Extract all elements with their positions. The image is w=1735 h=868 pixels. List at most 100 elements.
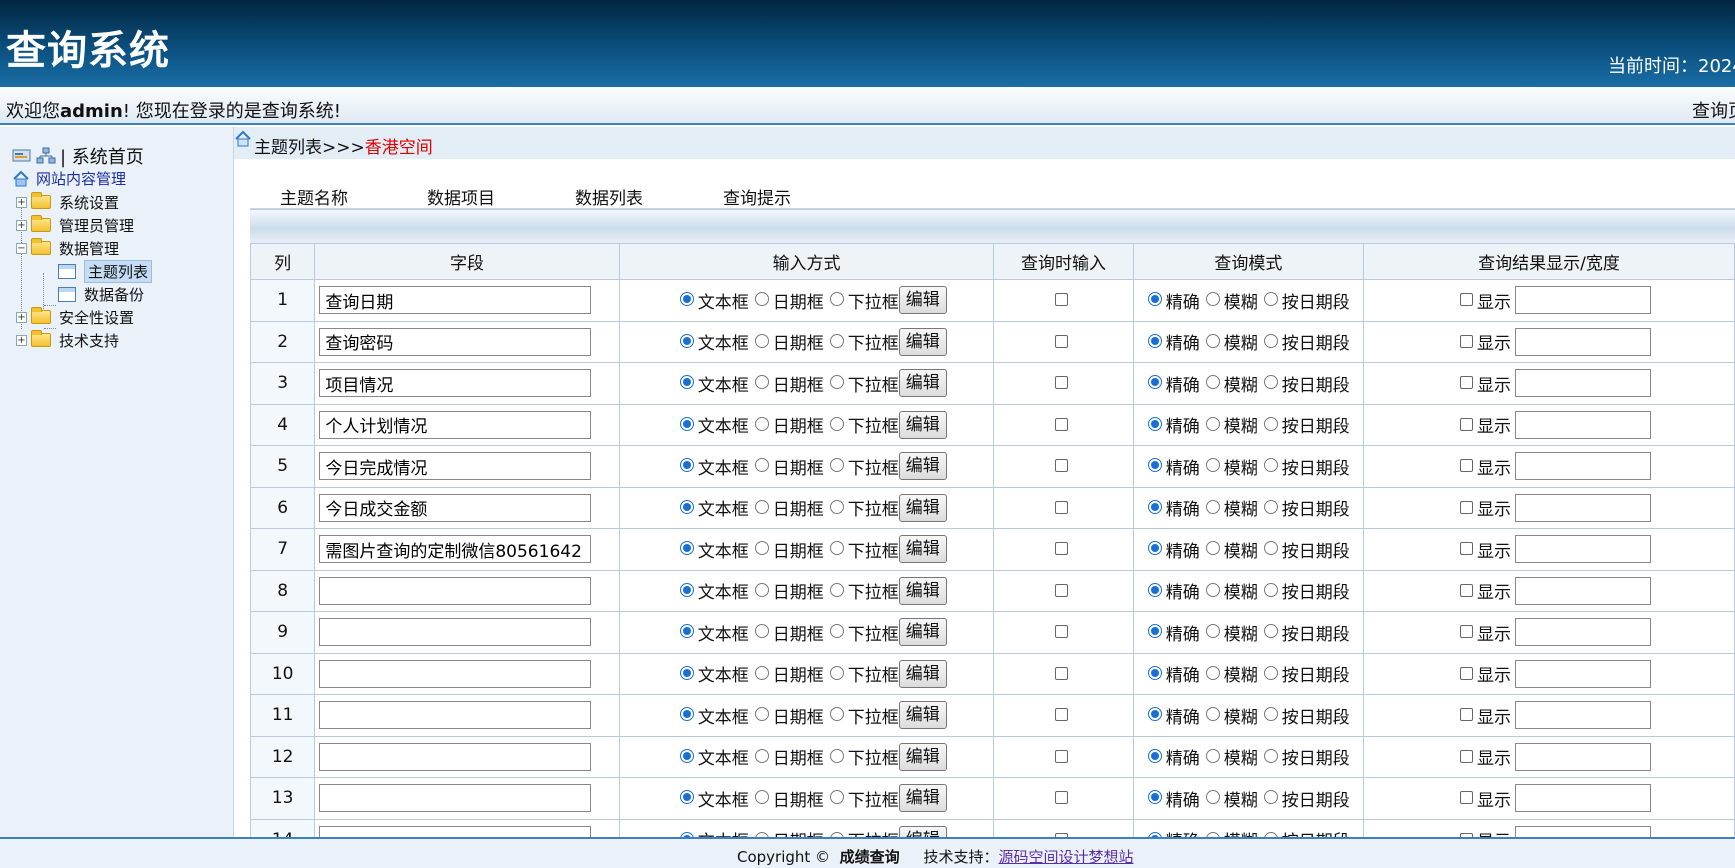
- field-name-input[interactable]: [319, 327, 592, 356]
- system-home-link[interactable]: | 系统首页: [12, 143, 144, 169]
- query-mode-radio[interactable]: [1147, 790, 1162, 805]
- show-checkbox[interactable]: [1460, 293, 1474, 307]
- width-input[interactable]: [1515, 369, 1652, 398]
- field-name-input[interactable]: [319, 701, 592, 730]
- width-input[interactable]: [1515, 410, 1652, 439]
- input-type-radio[interactable]: [679, 416, 694, 431]
- width-input[interactable]: [1515, 742, 1652, 771]
- input-type-radio[interactable]: [754, 499, 769, 514]
- width-input[interactable]: [1515, 493, 1652, 522]
- support-link[interactable]: 源码空间设计梦想站: [998, 848, 1133, 866]
- input-type-radio[interactable]: [829, 458, 844, 473]
- width-input[interactable]: [1515, 784, 1652, 813]
- field-name-input[interactable]: [319, 369, 592, 398]
- query-mode-radio[interactable]: [1205, 333, 1220, 348]
- query-mode-radio[interactable]: [1147, 292, 1162, 307]
- sidebar-item-topic-list[interactable]: 主题列表: [58, 259, 153, 283]
- edit-button[interactable]: 编辑: [898, 452, 947, 481]
- query-mode-radio[interactable]: [1205, 665, 1220, 680]
- input-type-radio[interactable]: [829, 665, 844, 680]
- query-mode-radio[interactable]: [1205, 499, 1220, 514]
- field-name-input[interactable]: [319, 618, 592, 647]
- query-input-checkbox[interactable]: [1055, 500, 1069, 514]
- query-mode-radio[interactable]: [1147, 416, 1162, 431]
- query-mode-radio[interactable]: [1263, 458, 1278, 473]
- show-checkbox[interactable]: [1460, 666, 1474, 680]
- show-checkbox[interactable]: [1460, 708, 1474, 722]
- input-type-radio[interactable]: [754, 665, 769, 680]
- field-name-input[interactable]: [319, 452, 592, 481]
- expand-plus-icon[interactable]: +: [16, 219, 27, 231]
- sidebar-item-security-settings[interactable]: + 安全性设置: [16, 306, 134, 328]
- edit-button[interactable]: 编辑: [898, 701, 947, 730]
- edit-button[interactable]: 编辑: [898, 410, 947, 439]
- input-type-radio[interactable]: [829, 541, 844, 556]
- query-mode-radio[interactable]: [1205, 748, 1220, 763]
- input-type-radio[interactable]: [754, 458, 769, 473]
- field-name-input[interactable]: [319, 742, 592, 771]
- query-input-checkbox[interactable]: [1055, 583, 1069, 597]
- width-input[interactable]: [1515, 327, 1652, 356]
- query-mode-radio[interactable]: [1147, 375, 1162, 390]
- query-mode-radio[interactable]: [1263, 375, 1278, 390]
- query-mode-radio[interactable]: [1263, 333, 1278, 348]
- width-input[interactable]: [1515, 535, 1652, 564]
- input-type-radio[interactable]: [829, 416, 844, 431]
- show-checkbox[interactable]: [1460, 791, 1474, 805]
- input-type-radio[interactable]: [829, 707, 844, 722]
- query-mode-radio[interactable]: [1205, 416, 1220, 431]
- edit-button[interactable]: 编辑: [898, 286, 947, 315]
- edit-button[interactable]: 编辑: [898, 825, 947, 837]
- query-mode-radio[interactable]: [1205, 790, 1220, 805]
- input-type-radio[interactable]: [754, 748, 769, 763]
- input-type-radio[interactable]: [829, 748, 844, 763]
- sidebar-item-admin-management[interactable]: + 管理员管理: [16, 214, 134, 236]
- edit-button[interactable]: 编辑: [898, 742, 947, 771]
- input-type-radio[interactable]: [679, 541, 694, 556]
- field-name-input[interactable]: [319, 825, 592, 837]
- input-type-radio[interactable]: [829, 292, 844, 307]
- sidebar-item-tech-support[interactable]: + 技术支持: [16, 329, 119, 351]
- query-mode-radio[interactable]: [1147, 333, 1162, 348]
- tab-data-items[interactable]: 数据项目: [427, 184, 495, 209]
- field-name-input[interactable]: [319, 286, 592, 315]
- query-mode-radio[interactable]: [1205, 458, 1220, 473]
- query-input-checkbox[interactable]: [1055, 708, 1069, 722]
- query-mode-radio[interactable]: [1205, 375, 1220, 390]
- edit-button[interactable]: 编辑: [898, 535, 947, 564]
- input-type-radio[interactable]: [754, 790, 769, 805]
- input-type-radio[interactable]: [829, 790, 844, 805]
- show-checkbox[interactable]: [1460, 625, 1474, 639]
- query-mode-radio[interactable]: [1147, 748, 1162, 763]
- tab-data-list[interactable]: 数据列表: [575, 184, 643, 209]
- input-type-radio[interactable]: [829, 499, 844, 514]
- input-type-radio[interactable]: [754, 292, 769, 307]
- width-input[interactable]: [1515, 576, 1652, 605]
- show-checkbox[interactable]: [1460, 459, 1474, 473]
- field-name-input[interactable]: [319, 493, 592, 522]
- sidebar-item-system-settings[interactable]: + 系统设置: [16, 191, 119, 213]
- input-type-radio[interactable]: [754, 375, 769, 390]
- input-type-radio[interactable]: [679, 333, 694, 348]
- sidebar-item-data-management[interactable]: − 数据管理: [16, 237, 119, 259]
- width-input[interactable]: [1515, 286, 1652, 315]
- query-input-checkbox[interactable]: [1055, 666, 1069, 680]
- query-mode-radio[interactable]: [1263, 582, 1278, 597]
- expand-plus-icon[interactable]: +: [16, 196, 27, 208]
- show-checkbox[interactable]: [1460, 417, 1474, 431]
- query-input-checkbox[interactable]: [1055, 791, 1069, 805]
- edit-button[interactable]: 编辑: [898, 576, 947, 605]
- query-input-checkbox[interactable]: [1055, 459, 1069, 473]
- query-mode-radio[interactable]: [1263, 292, 1278, 307]
- query-input-checkbox[interactable]: [1055, 542, 1069, 556]
- query-page-link[interactable]: 查询页: [1692, 97, 1735, 123]
- edit-button[interactable]: 编辑: [898, 493, 947, 522]
- input-type-radio[interactable]: [829, 333, 844, 348]
- show-checkbox[interactable]: [1460, 334, 1474, 348]
- query-mode-radio[interactable]: [1263, 624, 1278, 639]
- query-mode-radio[interactable]: [1147, 582, 1162, 597]
- input-type-radio[interactable]: [679, 375, 694, 390]
- input-type-radio[interactable]: [754, 333, 769, 348]
- query-mode-radio[interactable]: [1147, 707, 1162, 722]
- show-checkbox[interactable]: [1460, 749, 1474, 763]
